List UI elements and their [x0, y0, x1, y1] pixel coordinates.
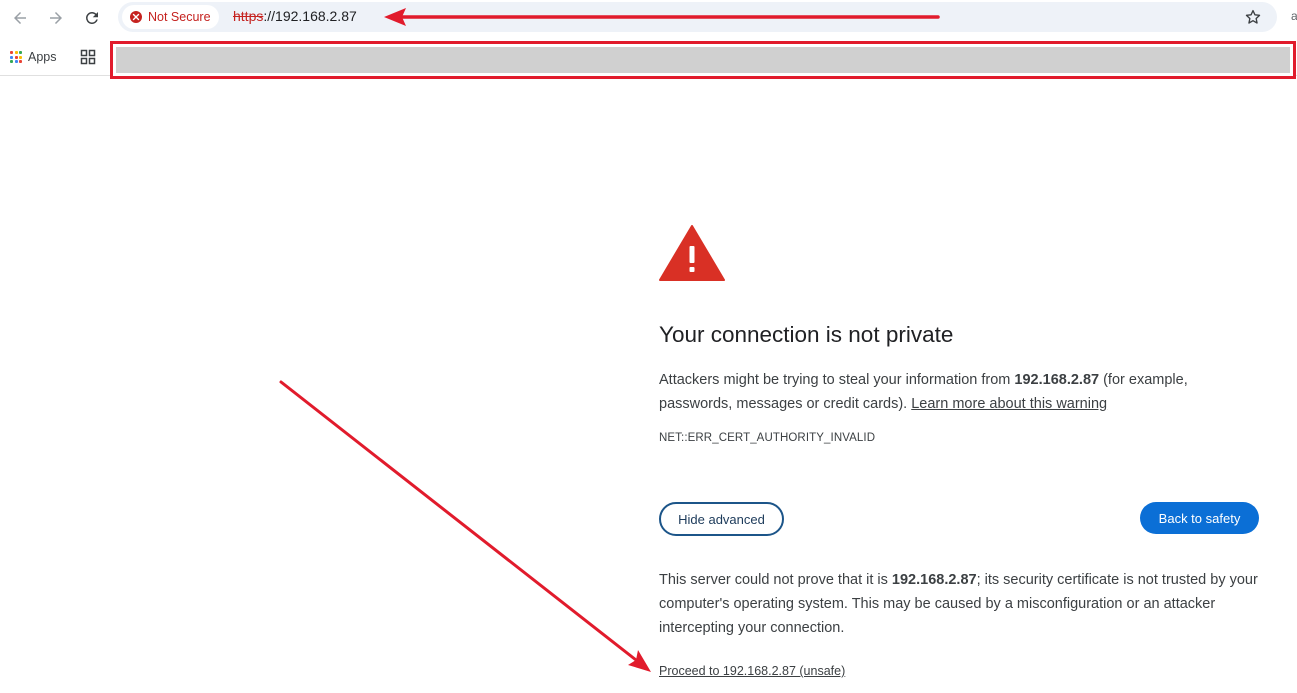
- apps-grid-dot: [14, 51, 18, 54]
- redacted-bookmarks-highlight: [110, 41, 1296, 79]
- p1-prefix: Attackers might be trying to steal your …: [659, 372, 1015, 388]
- warning-triangle-icon: [659, 225, 725, 281]
- back-to-safety-button[interactable]: Back to safety: [1140, 502, 1259, 534]
- apps-label: Apps: [28, 50, 57, 64]
- apps-bookmark[interactable]: Apps: [10, 48, 57, 66]
- bookmarks-bar: Apps: [0, 38, 1297, 79]
- hide-advanced-button[interactable]: Hide advanced: [659, 502, 784, 536]
- star-icon[interactable]: [1242, 6, 1264, 28]
- forward-arrow-icon[interactable]: [44, 6, 68, 30]
- back-arrow-icon[interactable]: [8, 6, 32, 30]
- error-code: NET::ERR_CERT_AUTHORITY_INVALID: [659, 432, 876, 444]
- address-bar[interactable]: Not Secure https://192.168.2.87: [118, 2, 1277, 32]
- learn-more-link[interactable]: Learn more about this warning: [911, 396, 1107, 412]
- security-chip[interactable]: Not Secure: [122, 5, 219, 29]
- apps-grid-dot: [10, 60, 13, 63]
- p1-host: 192.168.2.87: [1014, 372, 1100, 388]
- apps-grid-dot: [14, 55, 18, 59]
- proceed-annotation-arrow-head: [628, 650, 651, 672]
- proceed-unsafe-link[interactable]: Proceed to 192.168.2.87 (unsafe): [659, 664, 845, 678]
- apps-grid-dot: [19, 60, 22, 63]
- reload-icon[interactable]: [80, 6, 104, 30]
- not-secure-icon: [130, 11, 142, 23]
- browser-toolbar: Not Secure https://192.168.2.87 a: [0, 0, 1297, 36]
- url-scheme: https: [233, 8, 264, 24]
- tab-groups-icon[interactable]: [80, 49, 96, 65]
- redaction-block: [116, 47, 1290, 73]
- cropped-toolbar-text: a: [1291, 9, 1297, 23]
- p2-prefix: This server could not prove that it is: [659, 572, 892, 588]
- page-title: Your connection is not private: [659, 322, 954, 347]
- apps-grid-dot: [10, 51, 13, 54]
- p2-host: 192.168.2.87: [891, 572, 977, 588]
- apps-grid-dot: [19, 51, 22, 54]
- apps-grid-dot: [10, 55, 13, 59]
- warning-paragraph: Attackers might be trying to steal your …: [659, 368, 1259, 416]
- details-paragraph: This server could not prove that it is 1…: [659, 568, 1259, 640]
- url-host: ://192.168.2.87: [263, 8, 357, 24]
- apps-grid-dot: [14, 60, 18, 63]
- apps-grid-icon: [10, 51, 22, 63]
- apps-grid-dot: [19, 55, 22, 59]
- url-text[interactable]: https://192.168.2.87: [233, 8, 357, 24]
- proceed-annotation-arrow-shaft: [279, 380, 638, 662]
- security-label: Not Secure: [148, 10, 211, 24]
